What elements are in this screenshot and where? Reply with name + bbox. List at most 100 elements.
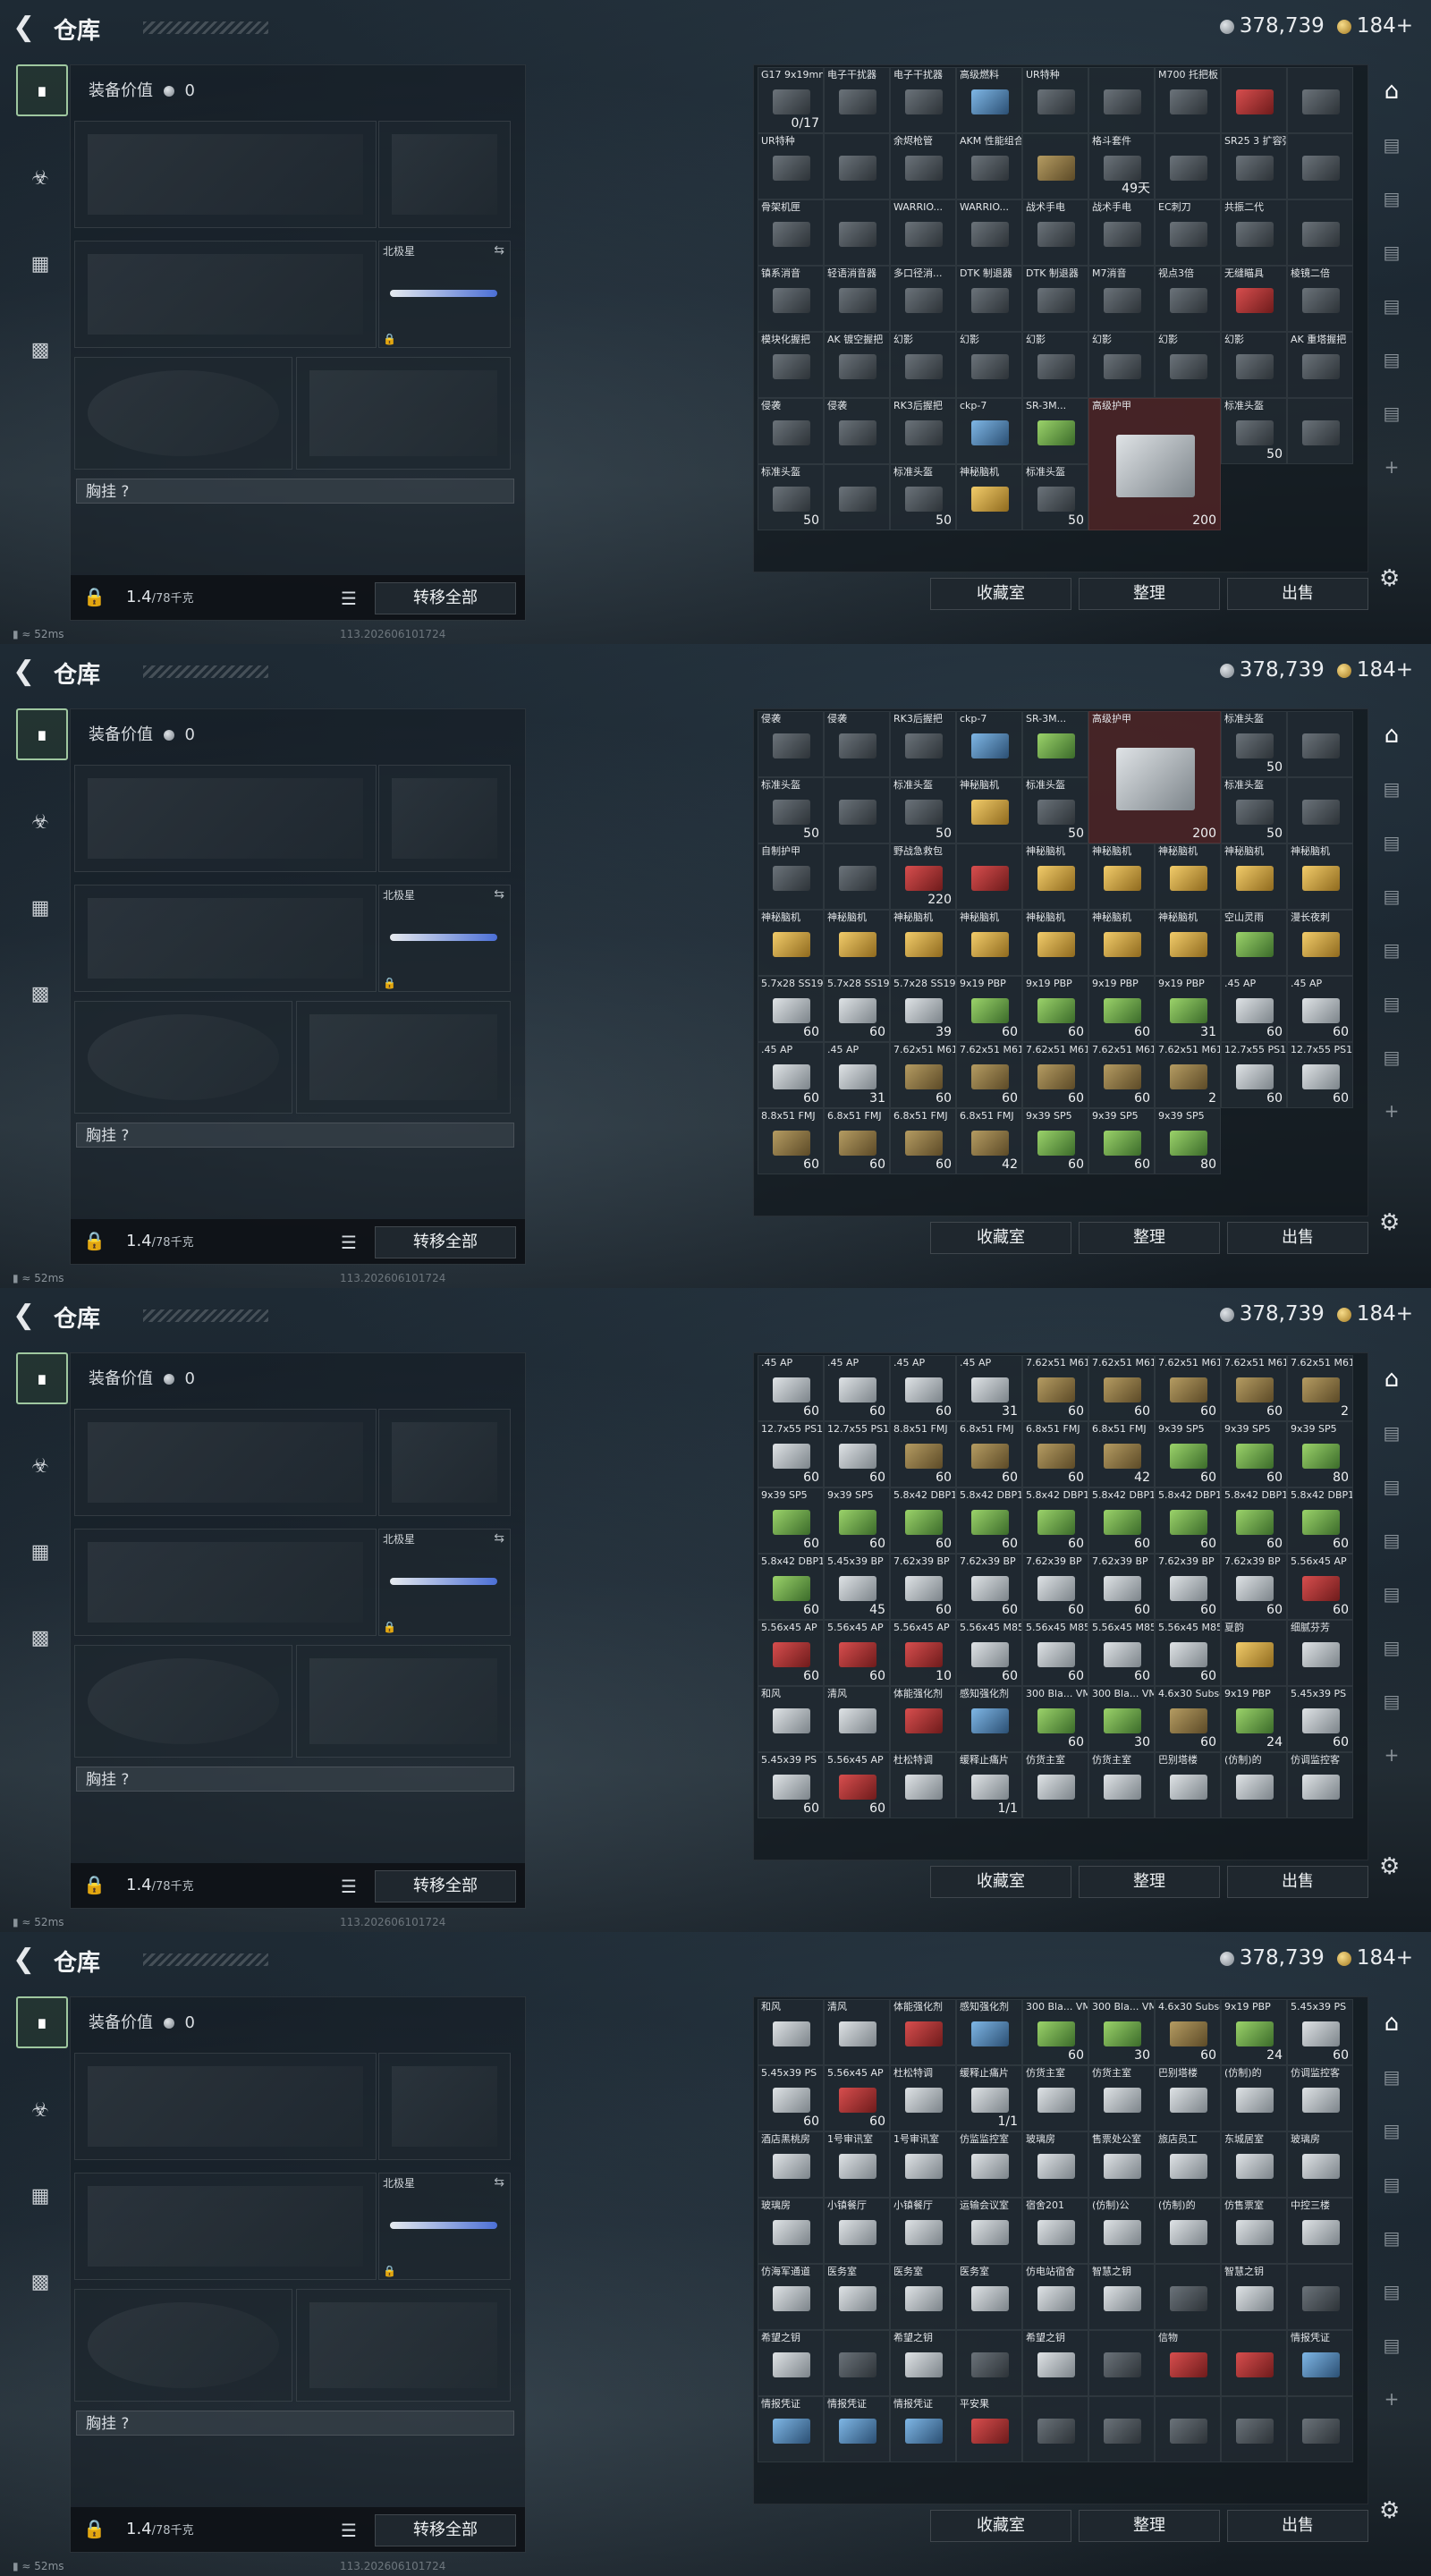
storage-item[interactable]: M700 托把板 <box>1155 67 1221 133</box>
storage-item[interactable]: SR-3M... <box>1022 398 1088 464</box>
storage-item[interactable]: (仿制)的 <box>1221 1752 1287 1818</box>
storage-item[interactable]: 6.8x51 FMJ 60 <box>890 1108 956 1174</box>
storage-item[interactable]: 仿货主室 <box>1088 1752 1155 1818</box>
storage-item[interactable]: DTK 制退器 <box>956 266 1022 332</box>
storage-item[interactable] <box>956 843 1022 910</box>
storage-item[interactable]: 幻影 <box>1022 332 1088 398</box>
storage-item[interactable]: 野战急救包 220 <box>890 843 956 910</box>
tab-icon[interactable]: ▤ <box>1372 2111 1411 2150</box>
storage-item[interactable]: 神秘脑机 <box>1221 843 1287 910</box>
pistol-slot[interactable] <box>378 1409 511 1516</box>
storage-item[interactable]: 5.45x39 PS 60 <box>1287 1999 1353 2065</box>
storage-item[interactable] <box>1287 199 1353 266</box>
storage-item[interactable]: WARRIO... <box>956 199 1022 266</box>
storage-item[interactable]: 售票处公室 <box>1088 2131 1155 2198</box>
storage-item[interactable]: 神秘脑机 <box>1022 843 1088 910</box>
storage-item[interactable]: 体能强化剂 <box>890 1686 956 1752</box>
storage-item[interactable]: 7.62x39 BP 60 <box>1155 1554 1221 1620</box>
storage-grid-panel[interactable]: G17 9x19mm 0/17 电子干扰器 电子干扰器 高级燃料 UR特种 M700 托把板… <box>753 64 1368 572</box>
storage-item[interactable]: 杜松特调 <box>890 1752 956 1818</box>
storage-item[interactable]: 侵袭 <box>758 398 824 464</box>
storage-item[interactable]: 自制护甲 <box>758 843 824 910</box>
gear-icon[interactable]: ⚙ <box>1379 565 1400 592</box>
gold-balance[interactable]: 184+ <box>1336 1946 1413 1970</box>
storage-grid-panel[interactable]: 和风清风体能强化剂感知强化剂300 Bla... VMAX60300 Bla..… <box>753 1996 1368 2504</box>
storage-item[interactable]: 300 Bla... VMAX 30 <box>1088 1999 1155 2065</box>
storage-item[interactable]: 幻影 <box>1221 332 1287 398</box>
tab-icon[interactable]: ▤ <box>1372 1574 1411 1614</box>
storage-item[interactable]: 平安果 <box>956 2396 1022 2462</box>
storage-item[interactable]: 模块化握把 <box>758 332 824 398</box>
primary-weapon-slot[interactable] <box>74 1409 377 1516</box>
storage-item[interactable] <box>1221 2330 1287 2396</box>
storage-item[interactable]: 小镇餐厅 <box>824 2198 890 2264</box>
storage-item[interactable]: 12.7x55 PS12A 60 <box>1221 1042 1287 1108</box>
secondary-weapon-slot[interactable] <box>74 885 377 992</box>
storage-item[interactable]: 5.56x45 M855A1 60 <box>956 1620 1022 1686</box>
storage-item[interactable]: 智慧之钥 <box>1221 2264 1287 2330</box>
briefcase-icon[interactable]: ▩ <box>16 2258 64 2306</box>
list-icon[interactable]: ☰ <box>341 2520 357 2541</box>
storage-item[interactable]: 侵袭 <box>824 398 890 464</box>
lock-icon[interactable]: 🔒 <box>83 1230 106 1251</box>
storage-item[interactable]: ckp-7 <box>956 398 1022 464</box>
storage-item[interactable]: 9x39 SP5 60 <box>1022 1108 1088 1174</box>
storage-item[interactable]: 缓释止痛片 1/1 <box>956 2065 1022 2131</box>
storage-item[interactable]: 8.8x51 FMJ 60 <box>758 1108 824 1174</box>
storage-item[interactable]: ckp-7 <box>956 711 1022 777</box>
storage-item[interactable]: 信物 <box>1155 2330 1221 2396</box>
storage-item[interactable]: .45 AP 60 <box>890 1355 956 1421</box>
gear-icon[interactable]: ⚙ <box>1379 1209 1400 1236</box>
storage-item[interactable]: 9x19 PBP 31 <box>1155 976 1221 1042</box>
storage-item[interactable]: 玻璃房 <box>1022 2131 1088 2198</box>
tab-icon[interactable]: ▤ <box>1372 2326 1411 2365</box>
storage-item[interactable]: 侵袭 <box>824 711 890 777</box>
storage-item[interactable] <box>1155 2264 1221 2330</box>
tab-icon[interactable]: ▤ <box>1372 2218 1411 2258</box>
storage-item[interactable]: 仿调监控客 <box>1287 1752 1353 1818</box>
storage-item[interactable]: 6.8x51 FMJ 60 <box>824 1108 890 1174</box>
storage-item[interactable]: 标准头盔 50 <box>758 464 824 530</box>
tab-icon[interactable]: ▤ <box>1372 2165 1411 2204</box>
storage-item[interactable]: 7.62x39 BP 60 <box>890 1554 956 1620</box>
storage-grid-panel[interactable]: 侵袭 侵袭 RK3后握把 ckp-7 SR-3M... 高级护甲 200 标准头盔 50 标准头盔… <box>753 708 1368 1216</box>
storage-item[interactable]: 漫长夜刺 <box>1287 910 1353 976</box>
sell-button[interactable]: 出售 <box>1227 578 1368 610</box>
swap-icon[interactable]: ⇆ <box>494 2175 504 2190</box>
storage-item[interactable]: AK 镀空握把 <box>824 332 890 398</box>
storage-item[interactable] <box>1287 398 1353 464</box>
storage-item[interactable]: 神秘脑机 <box>1088 843 1155 910</box>
storage-item[interactable]: .45 AP 31 <box>824 1042 890 1108</box>
helmet-slot[interactable] <box>74 2289 292 2402</box>
chest-rig-slot[interactable]: 胸挂 ? <box>76 1123 514 1148</box>
storage-item[interactable] <box>1022 2396 1088 2462</box>
storage-item[interactable]: 7.62x51 M61 60 <box>1088 1042 1155 1108</box>
storage-item[interactable]: AKM 性能组合 <box>956 133 1022 199</box>
back-arrow-icon[interactable]: ❮ <box>13 1946 35 1973</box>
tab-icon[interactable]: ▤ <box>1372 1413 1411 1453</box>
sell-button[interactable]: 出售 <box>1227 1222 1368 1254</box>
storage-item[interactable]: M7消音 <box>1088 266 1155 332</box>
storage-item[interactable]: 5.8x42 DBP10 60 <box>758 1554 824 1620</box>
gear-icon[interactable]: ⚙ <box>1379 1853 1400 1880</box>
storage-item[interactable]: 7.62x51 M61 60 <box>956 1042 1022 1108</box>
tab-icon[interactable]: ▤ <box>1372 233 1411 272</box>
storage-item[interactable] <box>1221 2396 1287 2462</box>
storage-item[interactable]: 7.62x51 M61 60 <box>1022 1355 1088 1421</box>
storage-item[interactable]: 1号审讯室 <box>890 2131 956 2198</box>
storage-item[interactable] <box>1022 133 1088 199</box>
pistol-slot[interactable] <box>378 2053 511 2160</box>
storage-item[interactable]: 仿监监控室 <box>956 2131 1022 2198</box>
tab-icon[interactable]: ▤ <box>1372 1628 1411 1667</box>
gun-icon[interactable]: ∎ <box>16 1352 68 1404</box>
chest-rig-slot[interactable]: 胸挂 ? <box>76 2411 514 2436</box>
storage-item[interactable]: 缓释止痛片 1/1 <box>956 1752 1022 1818</box>
list-icon[interactable]: ☰ <box>341 588 357 609</box>
storage-item[interactable]: 标准头盔 50 <box>1022 464 1088 530</box>
secondary-weapon-slot[interactable] <box>74 241 377 348</box>
storage-item[interactable]: WARRIO... <box>890 199 956 266</box>
storage-item[interactable]: 12.7x55 PS12A 60 <box>1287 1042 1353 1108</box>
storage-item[interactable]: 6.8x51 FMJ 60 <box>956 1421 1022 1487</box>
storage-item[interactable]: 神秘脑机 <box>758 910 824 976</box>
storage-item[interactable]: 7.62x51 M61 60 <box>1155 1355 1221 1421</box>
